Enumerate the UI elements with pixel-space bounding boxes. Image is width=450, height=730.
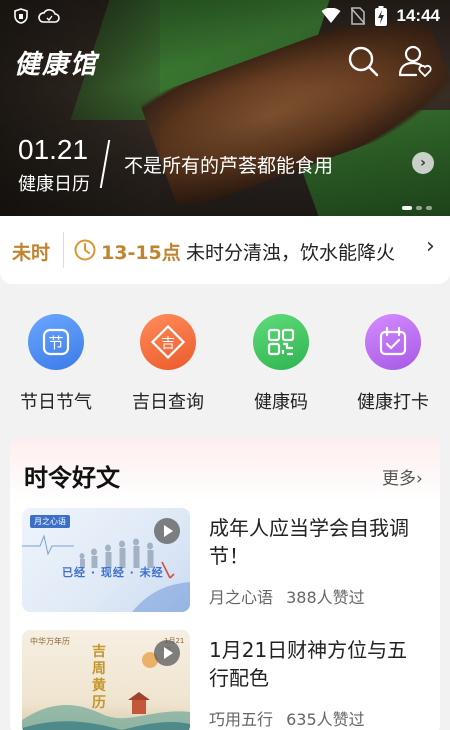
more-link[interactable]: 更多› [382, 464, 423, 489]
divider [63, 232, 64, 268]
quick-action-health-checkin[interactable]: 健康打卡 [343, 310, 443, 414]
article-meta: 巧用五行 635人赞过 [209, 706, 365, 730]
article-source: 月之心语 [209, 588, 274, 607]
calendar-date: 01.21 [18, 134, 89, 165]
play-icon[interactable] [154, 640, 180, 666]
article-likes: 635人赞过 [286, 710, 365, 729]
chevron-right-icon[interactable]: › [426, 234, 435, 259]
svg-text:节: 节 [48, 334, 63, 352]
shield-icon [14, 8, 28, 24]
quick-action-lucky-day[interactable]: 吉 吉日查询 [118, 310, 218, 414]
article-likes: 388人赞过 [286, 588, 365, 607]
play-icon[interactable] [154, 518, 180, 544]
carousel-dot-active [402, 206, 412, 210]
article-thumbnail: 月之心语 已经 · 现经 · 未经 [22, 508, 190, 612]
quick-action-label: 健康码 [254, 392, 308, 413]
quick-actions: 节 节日节气 吉 吉日查询 健康码 健康打卡 [0, 310, 450, 420]
hour-range: 13-15点 [101, 242, 181, 264]
calendar-check-icon [365, 314, 421, 370]
carousel-indicator [402, 206, 432, 210]
hero-banner[interactable]: 14:44 健康馆 01.21 健康日历 不是所有的芦荟都能食用 › [0, 0, 450, 216]
banner-headline[interactable]: 不是所有的芦荟都能食用 [124, 151, 333, 178]
status-bar: 14:44 [0, 0, 450, 32]
no-sim-icon [350, 7, 365, 25]
cloud-icon [38, 9, 60, 23]
articles-card: 时令好文 更多› 月之心语 已经 · 现经 · 未经 成年人应当学会自我调节！ … [10, 436, 440, 730]
hour-name: 未时 [12, 242, 51, 264]
article-item[interactable]: 月之心语 已经 · 现经 · 未经 成年人应当学会自我调节！ 月之心语 388人… [22, 508, 432, 618]
article-meta: 月之心语 388人赞过 [209, 584, 365, 608]
status-time: 14:44 [396, 6, 440, 25]
festival-icon: 节 [28, 314, 84, 370]
qr-code-icon [253, 314, 309, 370]
calendar-label: 健康日历 [18, 174, 90, 195]
lucky-day-icon: 吉 [140, 314, 196, 370]
carousel-dot [416, 206, 422, 210]
quick-action-label: 吉日查询 [132, 392, 204, 413]
article-title: 1月21日财神方位与五行配色 [209, 638, 408, 690]
wifi-icon [321, 8, 341, 23]
quick-action-label: 健康打卡 [357, 392, 429, 413]
user-favorite-icon[interactable] [398, 44, 432, 78]
article-source: 巧用五行 [209, 710, 274, 729]
carousel-dot [426, 206, 432, 210]
clock-icon [74, 239, 96, 261]
banner-next-button[interactable]: › [412, 152, 434, 174]
article-item[interactable]: 中华万年历 1月21日 吉周黄历 1月21日财神方位与五行配色 巧用五行 635… [22, 630, 432, 730]
battery-charging-icon [374, 6, 387, 26]
article-thumbnail: 中华万年历 1月21日 吉周黄历 [22, 630, 190, 730]
search-icon[interactable] [346, 44, 380, 78]
quick-action-label: 节日节气 [20, 392, 92, 413]
quick-action-festivals[interactable]: 节 节日节气 [6, 310, 106, 414]
thumbnail-text: 已经 · 现经 · 未经 [62, 566, 164, 579]
app-title: 健康馆 [14, 50, 99, 80]
quick-action-health-code[interactable]: 健康码 [231, 310, 331, 414]
hour-info-bar[interactable]: 未时 13-15点 未时分清浊，饮水能降火 › [0, 216, 450, 284]
section-title: 时令好文 [24, 464, 120, 492]
article-title: 成年人应当学会自我调节！ [209, 516, 409, 568]
svg-text:吉: 吉 [161, 336, 175, 352]
hour-description: 未时分清浊，饮水能降火 [186, 242, 396, 264]
